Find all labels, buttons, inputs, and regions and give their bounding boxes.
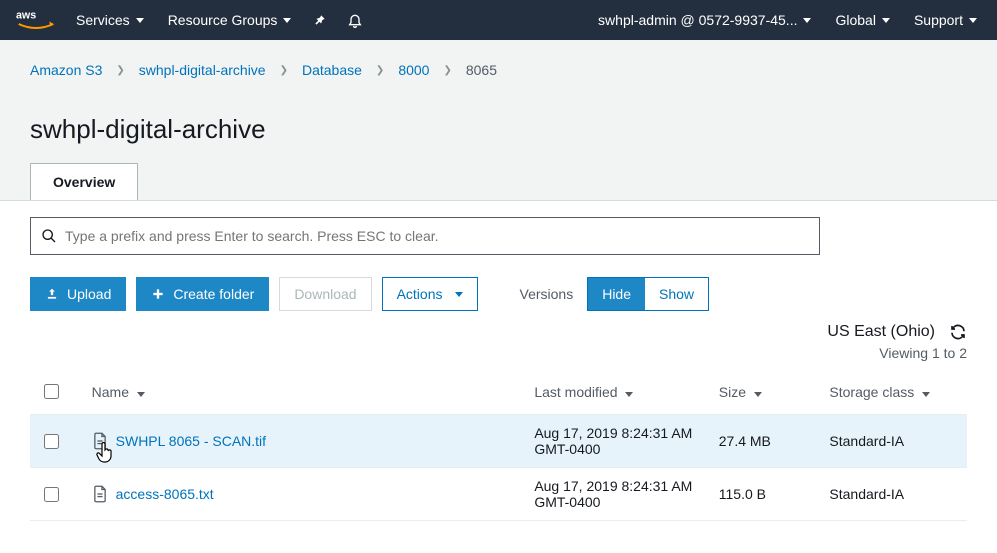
nav-support-label: Support [914, 12, 963, 28]
versions-show-button[interactable]: Show [645, 278, 708, 310]
chevron-right-icon: ❯ [280, 65, 288, 76]
sort-indicator-icon [137, 392, 145, 397]
col-header-last-modified-label: Last modified [534, 384, 617, 400]
breadcrumb-root[interactable]: Amazon S3 [30, 62, 102, 78]
main-content: Upload Create folder Download Actions Ve… [0, 201, 997, 531]
breadcrumb-item[interactable]: Database [302, 62, 362, 78]
sort-indicator-icon [922, 392, 930, 397]
select-all-checkbox[interactable] [44, 384, 59, 399]
col-header-name-label: Name [92, 384, 129, 400]
chevron-down-icon [803, 18, 811, 23]
chevron-right-icon: ❯ [116, 65, 124, 76]
table-body: SWHPL 8065 - SCAN.tif Aug 17, 2019 8:24:3… [30, 415, 967, 521]
page-title: swhpl-digital-archive [30, 114, 967, 145]
chevron-right-icon: ❯ [443, 65, 451, 76]
chevron-down-icon [455, 292, 463, 297]
plus-icon [151, 287, 165, 301]
nav-account[interactable]: swhpl-admin @ 0572-9937-45... [588, 0, 821, 40]
actions-button[interactable]: Actions [382, 277, 478, 311]
nav-region-label: Global [835, 12, 875, 28]
nav-support[interactable]: Support [904, 0, 987, 40]
row-checkbox[interactable] [44, 434, 59, 449]
cell-size: 115.0 B [709, 468, 820, 521]
col-header-size-label: Size [719, 384, 746, 400]
breadcrumb-item[interactable]: 8000 [398, 62, 429, 78]
svg-text:aws: aws [16, 10, 36, 22]
cell-last-modified: Aug 17, 2019 8:24:31 AM GMT-0400 [524, 468, 708, 521]
cell-last-modified: Aug 17, 2019 8:24:31 AM GMT-0400 [524, 415, 708, 468]
toolbar: Upload Create folder Download Actions Ve… [30, 277, 967, 311]
table-header-row: Name Last modified Size Storage class [30, 369, 967, 415]
nav-services-label: Services [76, 12, 130, 28]
cell-storage-class: Standard-IA [819, 468, 967, 521]
table-row[interactable]: SWHPL 8065 - SCAN.tif Aug 17, 2019 8:24:3… [30, 415, 967, 468]
nav-bell-icon[interactable] [339, 0, 371, 40]
download-button: Download [279, 277, 371, 311]
object-name-link[interactable]: access-8065.txt [116, 486, 214, 502]
file-icon [92, 485, 108, 503]
subheader: Amazon S3 ❯ swhpl-digital-archive ❯ Data… [0, 40, 997, 201]
file-icon [92, 432, 108, 450]
nav-resource-groups[interactable]: Resource Groups [158, 0, 302, 40]
object-name-link[interactable]: SWHPL 8065 - SCAN.tif [116, 433, 266, 449]
chevron-down-icon [969, 18, 977, 23]
table-row[interactable]: access-8065.txt Aug 17, 2019 8:24:31 AM G… [30, 468, 967, 521]
upload-button[interactable]: Upload [30, 277, 126, 311]
col-header-storage-class-label: Storage class [829, 384, 914, 400]
breadcrumb: Amazon S3 ❯ swhpl-digital-archive ❯ Data… [30, 40, 967, 102]
refresh-icon[interactable] [949, 323, 967, 341]
tab-overview[interactable]: Overview [30, 163, 138, 200]
versions-hide-button[interactable]: Hide [588, 278, 645, 310]
breadcrumb-item[interactable]: swhpl-digital-archive [139, 62, 266, 78]
search-bar[interactable] [30, 217, 820, 255]
pin-icon [313, 13, 327, 27]
col-header-storage-class[interactable]: Storage class [819, 369, 967, 415]
nav-region[interactable]: Global [825, 0, 899, 40]
col-header-size[interactable]: Size [709, 369, 820, 415]
viewing-count: Viewing 1 to 2 [30, 345, 967, 361]
col-header-last-modified[interactable]: Last modified [524, 369, 708, 415]
upload-label: Upload [67, 286, 111, 302]
aws-logo[interactable]: aws [10, 8, 62, 32]
row-checkbox[interactable] [44, 487, 59, 502]
chevron-down-icon [136, 18, 144, 23]
upload-icon [45, 287, 59, 301]
nav-pin-icon[interactable] [305, 0, 335, 40]
create-folder-label: Create folder [173, 286, 254, 302]
download-label: Download [294, 286, 356, 302]
chevron-down-icon [882, 18, 890, 23]
chevron-down-icon [283, 18, 291, 23]
tabs-bar: Overview [30, 163, 967, 200]
cell-size: 27.4 MB [709, 415, 820, 468]
search-input[interactable] [57, 224, 809, 248]
aws-logo-icon: aws [16, 8, 56, 32]
versions-label: Versions [516, 286, 578, 302]
nav-account-label: swhpl-admin @ 0572-9937-45... [598, 12, 797, 28]
top-nav: aws Services Resource Groups swhpl-admin… [0, 0, 997, 40]
nav-services[interactable]: Services [66, 0, 154, 40]
create-folder-button[interactable]: Create folder [136, 277, 269, 311]
chevron-right-icon: ❯ [376, 65, 384, 76]
search-icon [41, 228, 57, 244]
breadcrumb-current: 8065 [466, 62, 497, 78]
actions-label: Actions [397, 286, 443, 302]
nav-resource-groups-label: Resource Groups [168, 12, 278, 28]
cell-storage-class: Standard-IA [819, 415, 967, 468]
objects-table: Name Last modified Size Storage class [30, 369, 967, 521]
sort-indicator-icon [625, 392, 633, 397]
region-row: US East (Ohio) [30, 323, 967, 341]
col-header-name[interactable]: Name [82, 369, 525, 415]
sort-indicator-icon [754, 392, 762, 397]
bell-icon [347, 12, 363, 28]
region-label: US East (Ohio) [827, 323, 935, 341]
versions-toggle: Hide Show [587, 277, 709, 311]
